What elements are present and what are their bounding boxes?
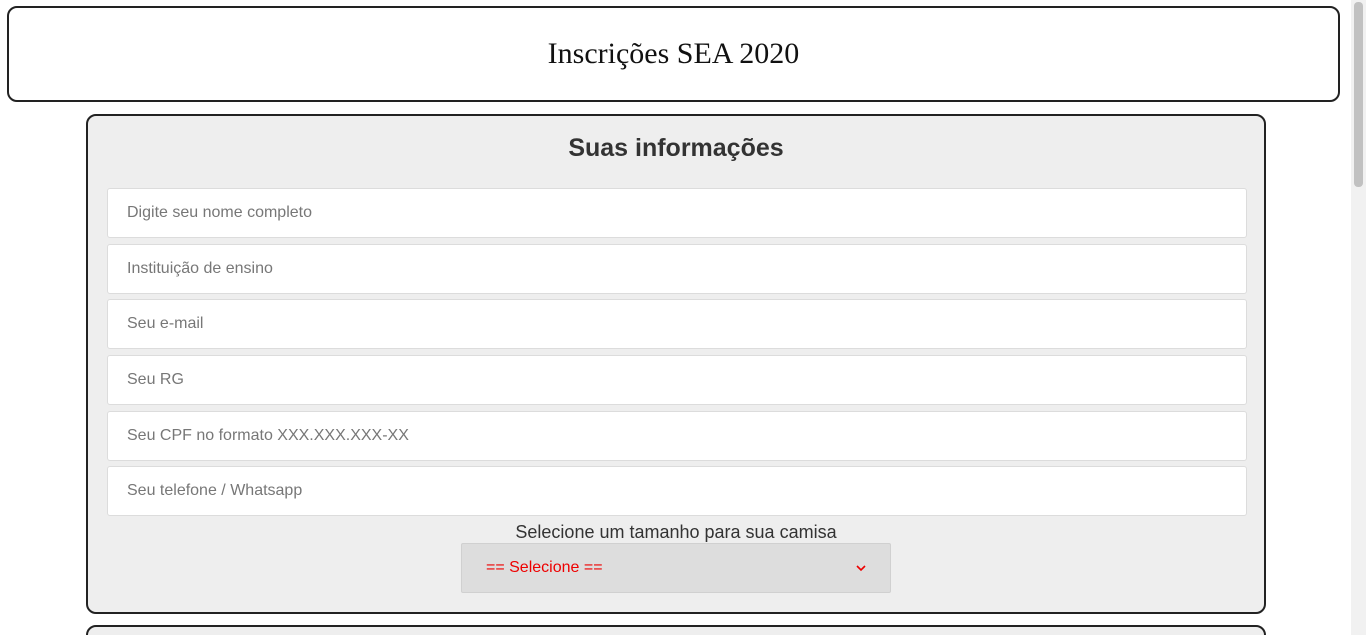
phone-field[interactable] — [107, 466, 1247, 516]
personal-info-section: Suas informações Selecione um tamanho pa… — [86, 114, 1266, 614]
section-title: Suas informações — [568, 134, 784, 162]
rg-field[interactable] — [107, 355, 1247, 405]
page-title: Inscrições SEA 2020 — [547, 37, 800, 70]
next-section-card — [86, 625, 1266, 635]
chevron-down-icon — [856, 565, 866, 572]
shirt-size-selected-value: == Selecione == — [486, 559, 603, 576]
shirt-size-select[interactable]: == Selecione == — [461, 543, 891, 593]
email-field[interactable] — [107, 299, 1247, 349]
shirt-size-label: Selecione um tamanho para sua camisa — [515, 522, 837, 542]
page-header: Inscrições SEA 2020 — [7, 6, 1340, 102]
scrollbar-thumb[interactable] — [1354, 2, 1363, 187]
cpf-field[interactable] — [107, 411, 1247, 461]
full-name-field[interactable] — [107, 188, 1247, 238]
page-scrollbar[interactable] — [1351, 0, 1366, 635]
institution-field[interactable] — [107, 244, 1247, 294]
